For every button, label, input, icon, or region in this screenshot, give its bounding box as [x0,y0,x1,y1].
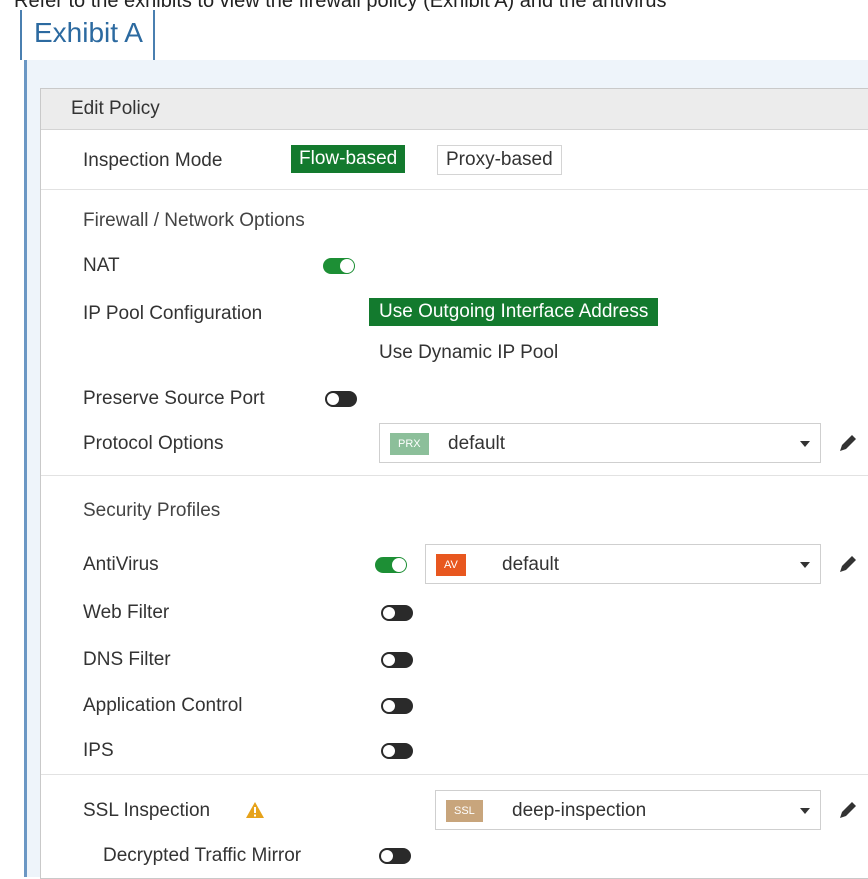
app-control-toggle[interactable] [381,698,413,714]
web-filter-label: Web Filter [83,602,170,623]
chevron-down-icon [800,808,810,814]
dns-filter-label: DNS Filter [83,649,171,670]
web-filter-toggle[interactable] [381,605,413,621]
dns-filter-toggle[interactable] [381,652,413,668]
pencil-icon[interactable] [837,432,859,454]
decrypted-mirror-toggle[interactable] [379,848,411,864]
protocol-options-value: default [448,433,506,454]
nat-toggle[interactable] [323,258,355,274]
security-section-title: Security Profiles [83,500,221,521]
firewall-section-title: Firewall / Network Options [83,210,305,231]
ssl-inspection-label: SSL Inspection [83,800,211,821]
chevron-down-icon [800,562,810,568]
preserve-source-port-toggle[interactable] [325,391,357,407]
ssl-inspection-value: deep-inspection [512,800,647,821]
chevron-down-icon [800,441,810,447]
ip-pool-dynamic-option[interactable]: Use Dynamic IP Pool [379,342,558,364]
inspection-mode-label: Inspection Mode [83,150,223,171]
antivirus-toggle[interactable] [375,557,407,573]
ips-toggle[interactable] [381,743,413,759]
antivirus-label: AntiVirus [83,554,159,575]
av-badge: AV [436,554,466,576]
ssl-inspection-select[interactable]: SSL deep-inspection [435,790,821,830]
antivirus-value: default [502,554,560,575]
ip-pool-outgoing-option[interactable]: Use Outgoing Interface Address [369,298,659,326]
inspection-mode-proxy-button[interactable]: Proxy-based [437,145,562,175]
preserve-source-port-label: Preserve Source Port [83,388,265,409]
protocol-options-select[interactable]: PRX default [379,423,821,463]
divider [41,189,868,190]
divider [41,475,868,476]
ips-label: IPS [83,740,114,761]
pencil-icon[interactable] [837,553,859,575]
inspection-mode-flow-button[interactable]: Flow-based [291,145,406,173]
nat-label: NAT [83,255,120,276]
divider [41,774,868,775]
ssl-badge: SSL [446,800,483,822]
app-control-label: Application Control [83,695,243,716]
panel-header: Edit Policy [41,89,868,130]
protocol-options-label: Protocol Options [83,433,224,454]
panel-title: Edit Policy [71,98,160,119]
exhibit-a-tab[interactable]: Exhibit A [20,10,155,60]
pencil-icon[interactable] [837,799,859,821]
antivirus-select[interactable]: AV default [425,544,821,584]
decrypted-mirror-label: Decrypted Traffic Mirror [103,845,302,866]
edit-policy-panel: Edit Policy Inspection Mode Flow-based P… [40,88,868,879]
prx-badge: PRX [390,433,429,455]
ip-pool-label: IP Pool Configuration [83,303,263,324]
warning-icon [246,802,264,818]
